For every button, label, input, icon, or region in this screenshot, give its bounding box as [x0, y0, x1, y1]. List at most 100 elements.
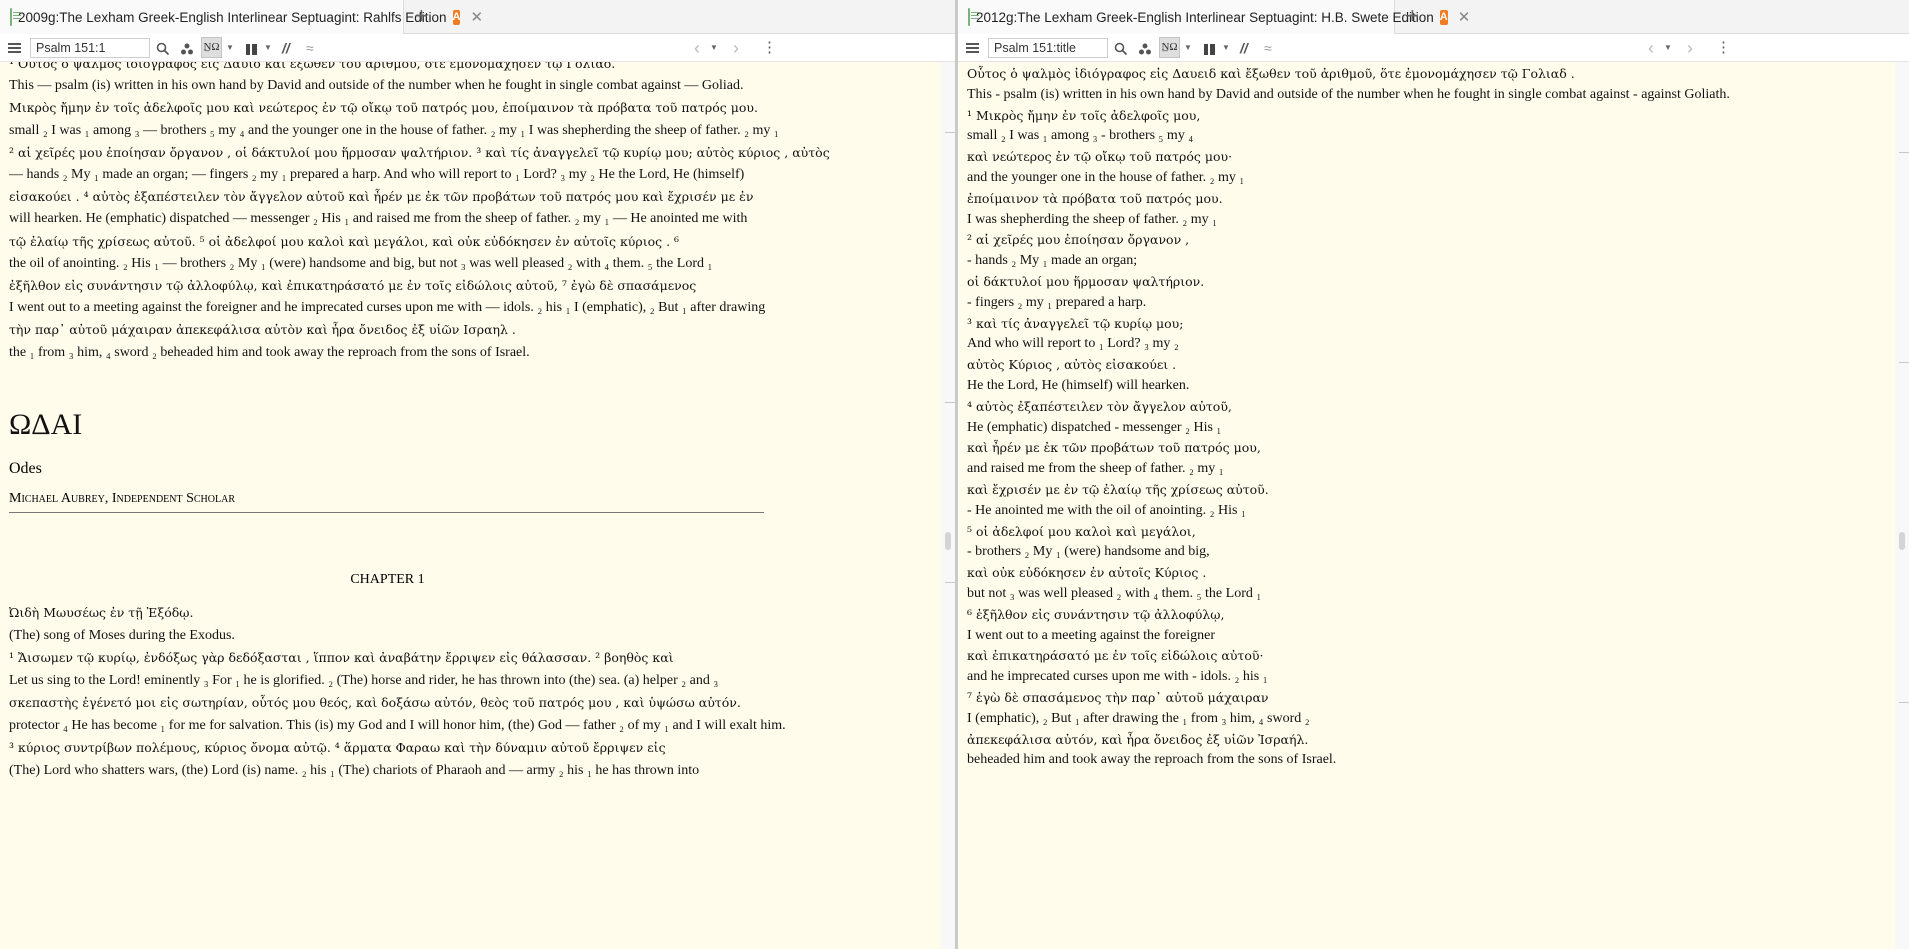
close-icon[interactable]: ✕ — [1458, 8, 1471, 26]
chevron-down-icon[interactable]: ▼ — [226, 34, 234, 62]
scroll-thumb[interactable] — [945, 532, 951, 550]
greek-line: ³ καὶ τίς ἀναγγελεῖ τῷ κυρίῳ μου; — [967, 315, 1184, 331]
document-view[interactable]: Οὗτος ὁ ψαλμὸς ἰδιόγραφος εἰς Δαυειδ καὶ… — [958, 62, 1909, 949]
greek-line: ¹ Μικρὸς ἤμην ἐν τοῖς ἀδελφοῖς μου, — [967, 107, 1201, 123]
greek-line: καὶ ἐπικατηράσατό με ἐν τοῖς εἰδώλοις αὐ… — [967, 648, 1264, 664]
greek-line: εἰσακούει . ⁴ αὐτὸς ἐξαπέστειλεν τὸν ἄγγ… — [9, 189, 754, 205]
greek-line: ¹ Ἄισωμεν τῷ κυρίῳ, ἐνδόξως γὰρ δεδόξαστ… — [9, 650, 674, 665]
add-tab-button[interactable]: + — [1406, 0, 1419, 34]
visual-filter-icon[interactable] — [180, 34, 194, 62]
english-line: - fingers ₂ my ₁ prepared a harp. — [967, 294, 1147, 310]
interlinear-toggle-icon[interactable]: N̲Ω — [1159, 37, 1180, 58]
english-line: Let us sing to the Lord! eminently ₃ For… — [9, 672, 719, 688]
tab-bar: 2009g:The Lexham Greek-English Interline… — [0, 0, 955, 34]
parallel-pane-icon[interactable] — [246, 34, 257, 62]
english-line: small ₂ I was ₁ among ₃ — brothers ₅ my … — [9, 122, 779, 138]
greek-line: Μικρὸς ἤμην ἐν τοῖς ἀδελφοῖς μου καὶ νεώ… — [9, 100, 758, 116]
resource-badge: A — [452, 9, 461, 25]
greek-line: ⁶ ἐξῆλθον εἰς συνάντησιν τῷ ἀλλοφύλῳ, — [967, 606, 1225, 622]
english-line: This — psalm (is) written in his own han… — [9, 78, 744, 94]
add-tab-button[interactable]: + — [415, 0, 428, 34]
chevron-down-icon[interactable]: ▼ — [1664, 34, 1672, 62]
english-line: I (emphatic), ₂ But ₁ after drawing the … — [967, 710, 1310, 726]
scrollbar[interactable] — [941, 62, 955, 949]
document-view[interactable]: ΩΔΑΙ Odes Michael Aubrey, Independent Sc… — [0, 62, 955, 949]
more-options-icon[interactable]: ⋮ — [1716, 34, 1731, 62]
greek-line: ἐξῆλθον εἰς συνάντησιν τῷ ἀλλοφύλῳ, καὶ … — [9, 278, 697, 293]
approx-icon[interactable]: ≈ — [1264, 34, 1272, 62]
tab-swete[interactable]: 2012g:The Lexham Greek-English Interline… — [958, 0, 1470, 34]
english-line: - brothers ₂ My ₁ (were) handsome and bi… — [967, 544, 1210, 560]
chevron-down-icon[interactable]: ▼ — [264, 34, 272, 62]
reference-input[interactable] — [30, 38, 150, 58]
more-options-icon[interactable]: ⋮ — [762, 34, 777, 62]
english-line: I was shepherding the sheep of father. ₂… — [967, 211, 1218, 227]
author-line: Michael Aubrey, Independent Scholar — [9, 491, 236, 506]
greek-line: ἀπεκεφάλισα αὐτόν, καὶ ἦρα ὄνειδος ἐξ υἱ… — [967, 731, 1309, 747]
scroll-thumb[interactable] — [1899, 532, 1905, 550]
panel-menu-icon[interactable] — [966, 43, 979, 45]
left-pane: 2009g:The Lexham Greek-English Interline… — [0, 0, 955, 949]
greek-line: ² αἱ χεῖρές μου ἐποίησαν ὄργανον , οἱ δά… — [9, 144, 830, 160]
english-line: the ₁ from ₃ him, ₄ sword ₂ beheaded him… — [9, 344, 530, 360]
toolbar: N̲Ω ▼ ▼ // ≈ ‹ ▼ › ⋮ — [958, 34, 1909, 62]
section-subtitle: Odes — [9, 460, 42, 477]
back-icon[interactable]: ‹ — [694, 34, 700, 62]
tab-title: 2012g:The Lexham Greek-English Interline… — [976, 9, 1434, 25]
book-icon — [968, 8, 979, 26]
tab-rahlfs[interactable]: 2009g:The Lexham Greek-English Interline… — [0, 0, 483, 34]
split-icon[interactable]: // — [1240, 34, 1248, 62]
forward-icon[interactable]: › — [733, 34, 739, 62]
panel-menu-icon[interactable] — [8, 43, 21, 45]
divider — [9, 512, 764, 513]
english-line: He (emphatic) dispatched - messenger ₂ H… — [967, 419, 1222, 435]
english-line: And who will report to ₁ Lord? ₃ my ₂ — [967, 336, 1179, 352]
english-line: (The) Lord who shatters wars, (the) Lord… — [9, 762, 700, 778]
greek-line: τῷ ἐλαίῳ τῆς χρίσεως αὐτοῦ. ⁵ οἱ ἀδελφοί… — [9, 233, 680, 249]
greek-line: καὶ νεώτερος ἐν τῷ οἴκῳ τοῦ πατρός μου· — [967, 149, 1233, 165]
forward-icon[interactable]: › — [1687, 34, 1693, 62]
chevron-down-icon[interactable]: ▼ — [710, 34, 718, 62]
english-line: He the Lord, He (himself) will hearken. — [967, 378, 1190, 393]
section-title: ΩΔΑΙ — [9, 408, 83, 441]
english-line: - He anointed me with the oil of anointi… — [967, 502, 1246, 518]
tab-bar: 2012g:The Lexham Greek-English Interline… — [958, 0, 1909, 34]
visual-filter-icon[interactable] — [1138, 34, 1152, 62]
split-icon[interactable]: // — [282, 34, 290, 62]
close-icon[interactable]: ✕ — [470, 8, 483, 26]
reference-input[interactable] — [988, 38, 1108, 58]
greek-line: ¹ Οὗτος ὁ ψαλμὸς ἰδιόγραφος εἰς Δαυιδ κα… — [9, 62, 616, 71]
chevron-down-icon[interactable]: ▼ — [1222, 34, 1230, 62]
greek-line: ⁷ ἐγὼ δὲ σπασάμενος τὴν παρ᾽ αὐτοῦ μάχαι… — [967, 690, 1269, 705]
search-icon[interactable] — [1114, 34, 1128, 62]
english-line: I went out to a meeting against the fore… — [9, 300, 766, 316]
greek-line: καὶ ἦρέν με ἐκ τῶν προβάτων τοῦ πατρός μ… — [967, 440, 1261, 456]
english-line: small ₂ I was ₁ among ₃ - brothers ₅ my … — [967, 128, 1194, 144]
greek-line: Ὠιδὴ Μωυσέως ἐν τῇ Ἐξόδῳ. — [9, 605, 194, 620]
greek-line: οἱ δάκτυλοί μου ἥρμοσαν ψαλτήριον. — [967, 274, 1205, 289]
english-line: and he imprecated curses upon me with - … — [967, 669, 1268, 685]
interlinear-toggle-icon[interactable]: N̲Ω — [201, 37, 222, 58]
greek-line: καὶ ἔχρισέν με ἐν τῷ ἐλαίῳ τῆς χρίσεως α… — [967, 482, 1269, 497]
greek-line: ⁴ αὐτὸς ἐξαπέστειλεν τὸν ἄγγελον αὐτοῦ, — [967, 398, 1232, 414]
toolbar: N̲Ω ▼ ▼ // ≈ ‹ ▼ › ⋮ — [0, 34, 955, 62]
tab-title: 2009g:The Lexham Greek-English Interline… — [18, 9, 447, 25]
english-line: and the younger one in the house of fath… — [967, 170, 1245, 185]
parallel-pane-icon[interactable] — [1204, 34, 1215, 62]
english-line: - hands ₂ My ₁ made an organ; — [967, 253, 1138, 269]
english-line: will hearken. He (emphatic) dispatched —… — [9, 211, 748, 227]
english-line: I went out to a meeting against the fore… — [967, 627, 1216, 643]
english-line: but not ₃ was well pleased ₂ with ₄ them… — [967, 586, 1262, 601]
greek-line: καὶ οὐκ εὐδόκησεν ἐν αὐτοῖς Κύριος . — [967, 565, 1207, 581]
english-line: protector ₄ He has become ₁ for me for s… — [9, 717, 786, 733]
chapter-heading: CHAPTER 1 — [350, 572, 425, 587]
approx-icon[interactable]: ≈ — [306, 34, 314, 62]
chevron-down-icon[interactable]: ▼ — [1184, 34, 1192, 62]
scrollbar[interactable] — [1895, 62, 1909, 949]
greek-line: Οὗτος ὁ ψαλμὸς ἰδιόγραφος εἰς Δαυειδ καὶ… — [967, 66, 1575, 81]
english-line: (The) song of Moses during the Exodus. — [9, 627, 235, 643]
back-icon[interactable]: ‹ — [1648, 34, 1654, 62]
english-line: beheaded him and took away the reproach … — [967, 752, 1337, 768]
search-icon[interactable] — [156, 34, 170, 62]
greek-line: σκεπαστὴς ἐγένετό μοι εἰς σωτηρίαν, οὗτό… — [9, 695, 741, 710]
